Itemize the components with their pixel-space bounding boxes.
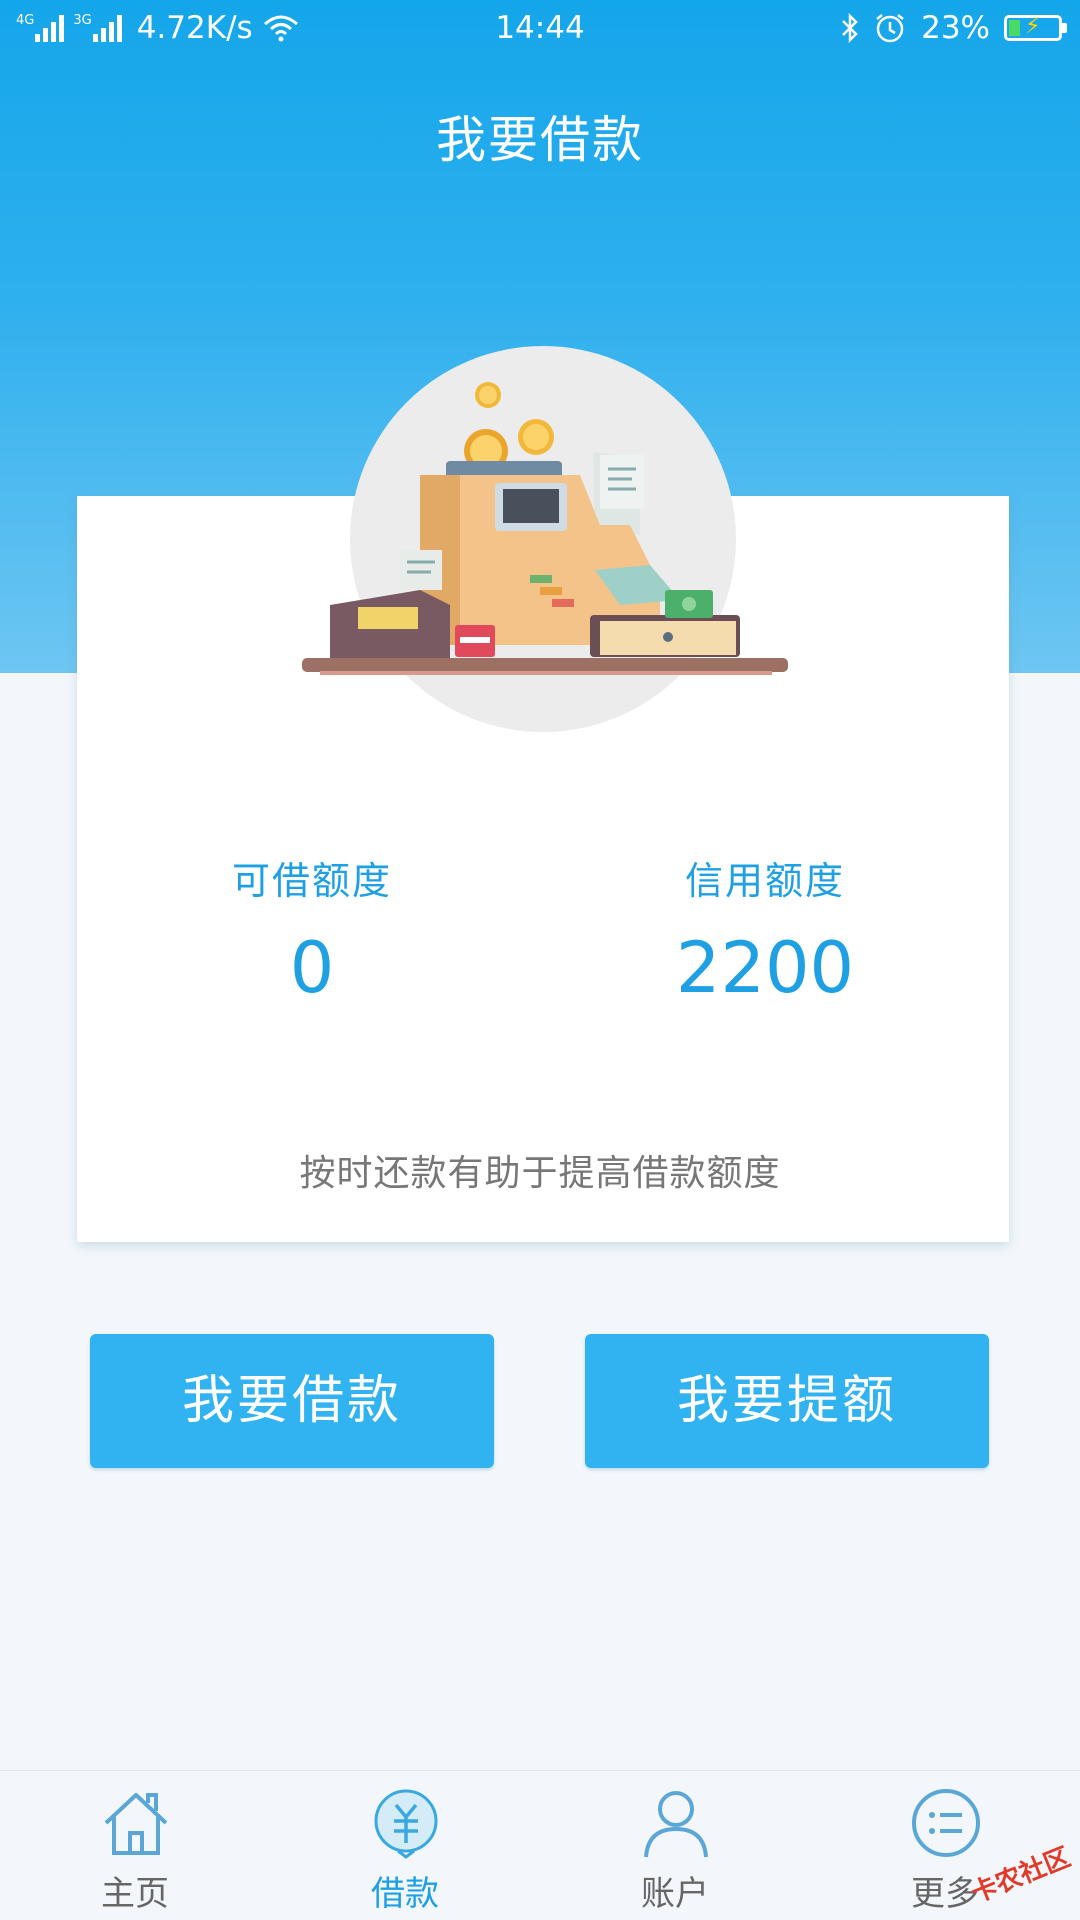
tab-home-label: 主页 (101, 1874, 169, 1914)
charging-icon: ⚡ (1025, 14, 1041, 39)
yuan-loan-icon (374, 1789, 438, 1859)
available-credit-value: 0 (289, 927, 335, 1009)
status-bar: 4G 3G 4.72K/s 14:44 23% ⚡ (0, 0, 1080, 58)
battery-fill (1009, 20, 1020, 36)
battery-percent: 23% (921, 10, 990, 46)
more-list-icon (912, 1789, 980, 1857)
tab-home[interactable]: 主页 (35, 1771, 235, 1920)
tab-account[interactable]: 账户 (575, 1771, 775, 1920)
status-right: 23% ⚡ (839, 10, 1067, 46)
tab-loan[interactable]: 借款 (305, 1771, 505, 1920)
home-icon (104, 1793, 168, 1855)
tab-account-label: 账户 (641, 1874, 709, 1914)
tab-loan-label: 借款 (371, 1874, 439, 1914)
cash-register-illustration (302, 382, 788, 675)
tab-more[interactable]: 更多 (845, 1771, 1045, 1920)
screen: 4G 3G 4.72K/s 14:44 23% ⚡ 我要借款 可借额度 0 信用… (0, 0, 1080, 1920)
credit-limit-label: 信用额度 (684, 859, 845, 903)
available-credit-label: 可借额度 (231, 859, 392, 903)
user-icon (644, 1791, 708, 1858)
credit-limit: 信用额度 2200 (595, 850, 935, 1009)
bluetooth-icon (842, 13, 858, 43)
battery-icon: ⚡ (1004, 14, 1067, 41)
repayment-tip: 按时还款有助于提高借款额度 (299, 1153, 781, 1194)
page-title: 我要借款 (436, 111, 644, 169)
borrow-button[interactable]: 我要借款 (90, 1334, 494, 1468)
bottom-tab-bar: 主页 借款 账户 更多 (0, 1770, 1080, 1920)
alarm-icon (876, 14, 904, 43)
credit-limit-value: 2200 (675, 927, 855, 1009)
raise-limit-button[interactable]: 我要提额 (585, 1334, 989, 1468)
available-credit: 可借额度 0 (142, 850, 482, 1009)
